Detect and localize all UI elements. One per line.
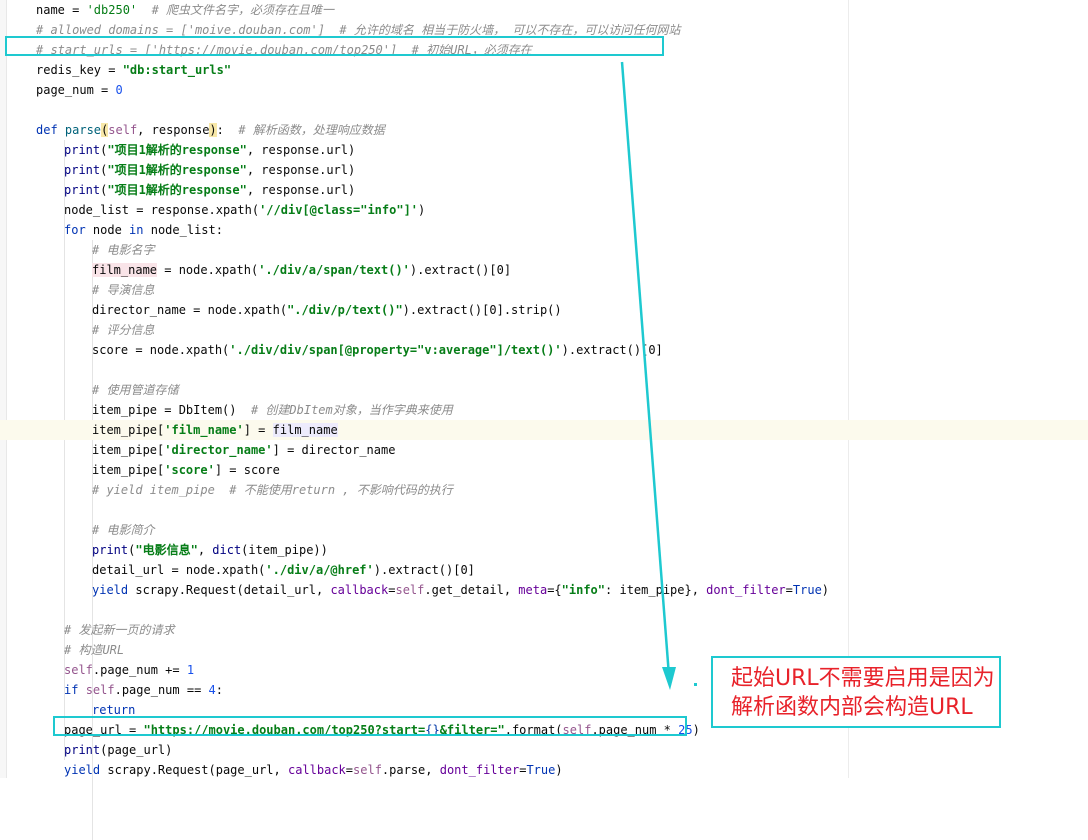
arrow-head: [662, 667, 676, 690]
arrow-line: [620, 61, 671, 677]
code-editor[interactable]: name = 'db250' # 爬虫文件名字，必须存在且唯一 # allowed…: [0, 0, 1088, 840]
callout-text: 起始URL不需要启用是因为解析函数内部会构造URL: [731, 666, 995, 720]
annotation-callout: 起始URL不需要启用是因为解析函数内部会构造URL: [711, 656, 1001, 728]
annotation-dot: [694, 683, 697, 686]
